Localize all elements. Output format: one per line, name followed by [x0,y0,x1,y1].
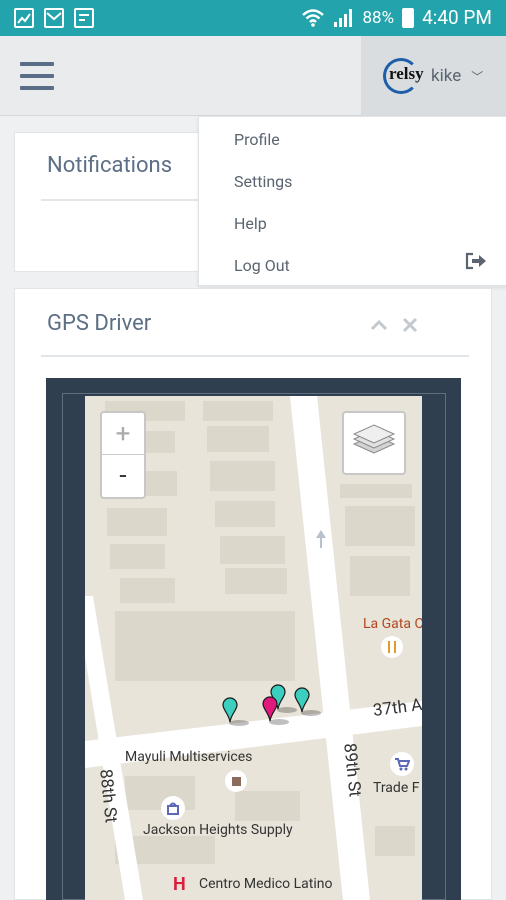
close-icon[interactable] [402,317,418,333]
user-dropdown-menu: Profile Settings Help Log Out [198,116,506,286]
poi-label: Jackson Heights Supply [143,822,293,838]
wifi-icon [301,8,324,27]
hospital-icon: H [173,874,186,895]
menu-item-settings[interactable]: Settings [234,172,292,191]
gallery-icon [14,8,34,28]
shopping-bag-icon [161,796,185,820]
signal-icon [333,8,352,27]
menu-item-logout[interactable]: Log Out [234,256,290,275]
clock: 4:40 PM [422,6,492,29]
poi-label: Trade F [373,780,420,796]
panel-title: GPS Driver [47,311,152,336]
logout-icon[interactable] [465,252,487,270]
shop-marker-icon [225,770,247,792]
mail-icon [44,8,64,28]
layers-icon [352,424,396,454]
notification-icons [14,8,94,28]
spreadsheet-icon [74,8,94,28]
poi-label: Centro Medico Latino [199,876,333,892]
divider [41,355,469,357]
menu-icon[interactable] [20,62,54,90]
company-logo: relsy [379,54,424,98]
app-header: relsy kike ﹀ [0,36,506,116]
chevron-down-icon: ﹀ [471,69,484,84]
zoom-control: + - [100,411,146,499]
restaurant-icon [381,636,403,658]
vehicle-marker-icon[interactable] [293,686,323,718]
battery-icon [402,7,415,28]
battery-percent: 88% [362,7,395,28]
zoom-out-button[interactable]: - [102,455,144,497]
vehicle-marker-icon[interactable] [261,695,291,727]
collapse-icon[interactable] [370,319,388,331]
shopping-cart-icon [390,752,414,776]
zoom-in-button[interactable]: + [102,413,144,455]
panel-title: Notifications [47,153,173,178]
layers-button[interactable] [342,411,406,475]
menu-item-profile[interactable]: Profile [234,130,280,149]
gps-map[interactable]: + - La Gata C 37th A Mayuli Multiservice… [85,396,422,900]
user-menu-toggle[interactable]: relsy kike ﹀ [361,36,506,116]
poi-label: La Gata C [363,616,422,632]
status-bar: 88% 4:40 PM [0,0,506,36]
vehicle-marker-icon[interactable] [221,696,251,728]
poi-label: Mayuli Multiservices [125,749,253,765]
menu-item-help[interactable]: Help [234,214,267,233]
username: kike [431,66,462,86]
